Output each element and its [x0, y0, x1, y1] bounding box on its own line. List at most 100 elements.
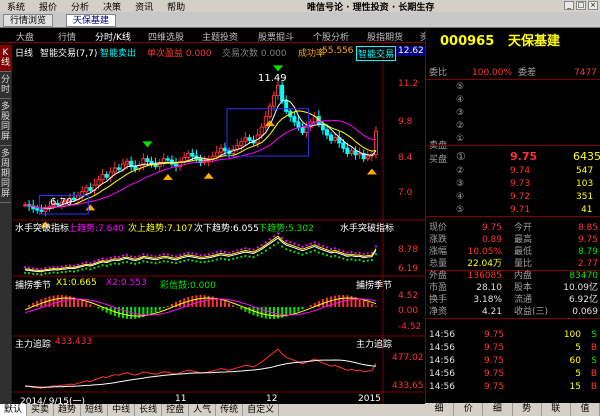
band-dot	[338, 256, 341, 259]
minimize-icon[interactable]: _	[564, 1, 574, 10]
candle-body	[329, 134, 334, 141]
band-dot	[142, 253, 145, 256]
band-dot	[362, 253, 365, 256]
band-dot	[121, 254, 125, 257]
maximize-icon[interactable]: □	[576, 1, 586, 10]
band-dot	[264, 249, 267, 252]
left-tab-multi-period[interactable]: 多周期同屏	[0, 146, 11, 203]
left-tab-kline[interactable]: K线	[0, 45, 11, 72]
btab-default[interactable]: 默认	[0, 404, 28, 416]
band-dot	[105, 258, 108, 261]
btab-long[interactable]: 长线	[135, 404, 163, 416]
y-tick: 8.4	[398, 153, 413, 163]
band-dot	[305, 252, 308, 255]
rtab-trend[interactable]: 势	[513, 403, 542, 416]
band-dot	[276, 241, 280, 244]
band-dot	[170, 261, 174, 264]
band-dot	[256, 254, 259, 257]
menu-decision[interactable]: 决策	[96, 0, 128, 13]
band-dot	[64, 264, 67, 268]
y-tick: 8.78	[398, 245, 419, 255]
nav-futures[interactable]: 股指期货	[367, 30, 403, 43]
menu-system[interactable]: 系统	[0, 0, 32, 13]
ind1-next-down: 次下趋势:6.055	[194, 224, 259, 234]
candle-body	[104, 174, 109, 178]
buy-arrow-icon	[203, 172, 214, 179]
trade-count-label: 交易次数 0.000	[222, 49, 287, 59]
candle-body	[353, 150, 358, 156]
rtab-value[interactable]: 值	[571, 403, 600, 416]
band-dot	[289, 241, 292, 244]
candle-body	[239, 141, 244, 147]
tick-time: 14:56	[429, 343, 455, 353]
band-dot	[32, 272, 35, 275]
rtab-price[interactable]: 价	[454, 403, 484, 416]
band-dot	[23, 271, 27, 274]
nav-four-dim[interactable]: 四维选股	[148, 30, 184, 43]
candle-body	[186, 152, 191, 158]
band-dot	[313, 249, 316, 252]
tick-side: S	[591, 356, 597, 366]
band-dot	[93, 266, 96, 269]
btab-control[interactable]: 控盘	[162, 404, 190, 416]
btab-mid[interactable]: 中线	[108, 404, 136, 416]
band-dot	[346, 258, 349, 261]
btab-short[interactable]: 短线	[81, 404, 109, 416]
nav-dig[interactable]: 股票掘斗	[258, 30, 294, 43]
tick-side: B	[590, 382, 597, 392]
band-dot	[309, 250, 312, 254]
candle-body	[210, 155, 215, 160]
btab-trend[interactable]: 趋势	[54, 404, 82, 416]
rtab-detail[interactable]: 细	[425, 403, 455, 416]
band-dot	[105, 264, 108, 267]
band-dot	[97, 265, 100, 268]
btab-popularity[interactable]: 人气	[189, 404, 217, 416]
band-dot	[370, 259, 373, 262]
band-dot	[346, 251, 349, 254]
rtab-link[interactable]: 联	[542, 403, 571, 416]
menu-news[interactable]: 资讯	[128, 0, 160, 13]
y-tick: 4.52	[398, 291, 419, 301]
tab-market-browse[interactable]: 行情浏览	[3, 14, 54, 27]
band-dot	[134, 256, 137, 259]
btab-buysell[interactable]: 买卖	[27, 404, 55, 416]
kline-group	[23, 65, 378, 228]
band-dot	[97, 259, 100, 262]
menu-help[interactable]: 帮助	[160, 0, 192, 13]
band-dot	[325, 246, 329, 249]
band-dot	[36, 273, 39, 276]
y-tick: 0.00	[398, 306, 419, 316]
sell-level: ⑤	[456, 82, 465, 92]
nav-stock-analysis[interactable]: 个股分析	[313, 30, 349, 43]
band-dot	[36, 267, 39, 270]
rtab-detail2[interactable]: 细	[483, 403, 513, 416]
tick-side: S	[591, 330, 597, 340]
nav-index[interactable]: 大盘	[16, 30, 34, 43]
win-rate-label: 成功率	[298, 49, 326, 59]
band-dot	[52, 265, 55, 268]
band-dot	[68, 270, 72, 273]
candle-body	[218, 147, 223, 153]
band-dot	[321, 244, 325, 248]
left-tab-multi-stock[interactable]: 多股同屏	[0, 99, 11, 146]
btab-custom[interactable]: 自定义	[243, 404, 280, 416]
band-dot	[227, 251, 231, 254]
menu-bar: 系统 报价 分析 决策 资讯 帮助 唯信号论 · 理性投资 · 长期生存 _ □ ×	[0, 0, 600, 13]
band-dot	[191, 259, 194, 262]
candle-body	[39, 209, 44, 212]
btab-traditional[interactable]: 传统	[216, 404, 244, 416]
band-dot	[138, 261, 141, 264]
menu-quote[interactable]: 报价	[32, 0, 64, 13]
candle-body	[116, 167, 121, 170]
tab-stock[interactable]: 天保基建	[66, 14, 117, 27]
candle-body	[120, 163, 125, 170]
band-dot	[183, 259, 186, 262]
left-tab-intraday[interactable]: 分时	[0, 72, 11, 99]
nav-quotes[interactable]: 行情	[58, 30, 76, 43]
band-dot	[109, 263, 112, 266]
band-dot	[281, 236, 284, 239]
nav-chart[interactable]: 分时/K线	[95, 30, 131, 43]
nav-theme[interactable]: 主题投资	[202, 30, 238, 43]
close-icon[interactable]: ×	[588, 1, 598, 10]
menu-analysis[interactable]: 分析	[64, 0, 96, 13]
